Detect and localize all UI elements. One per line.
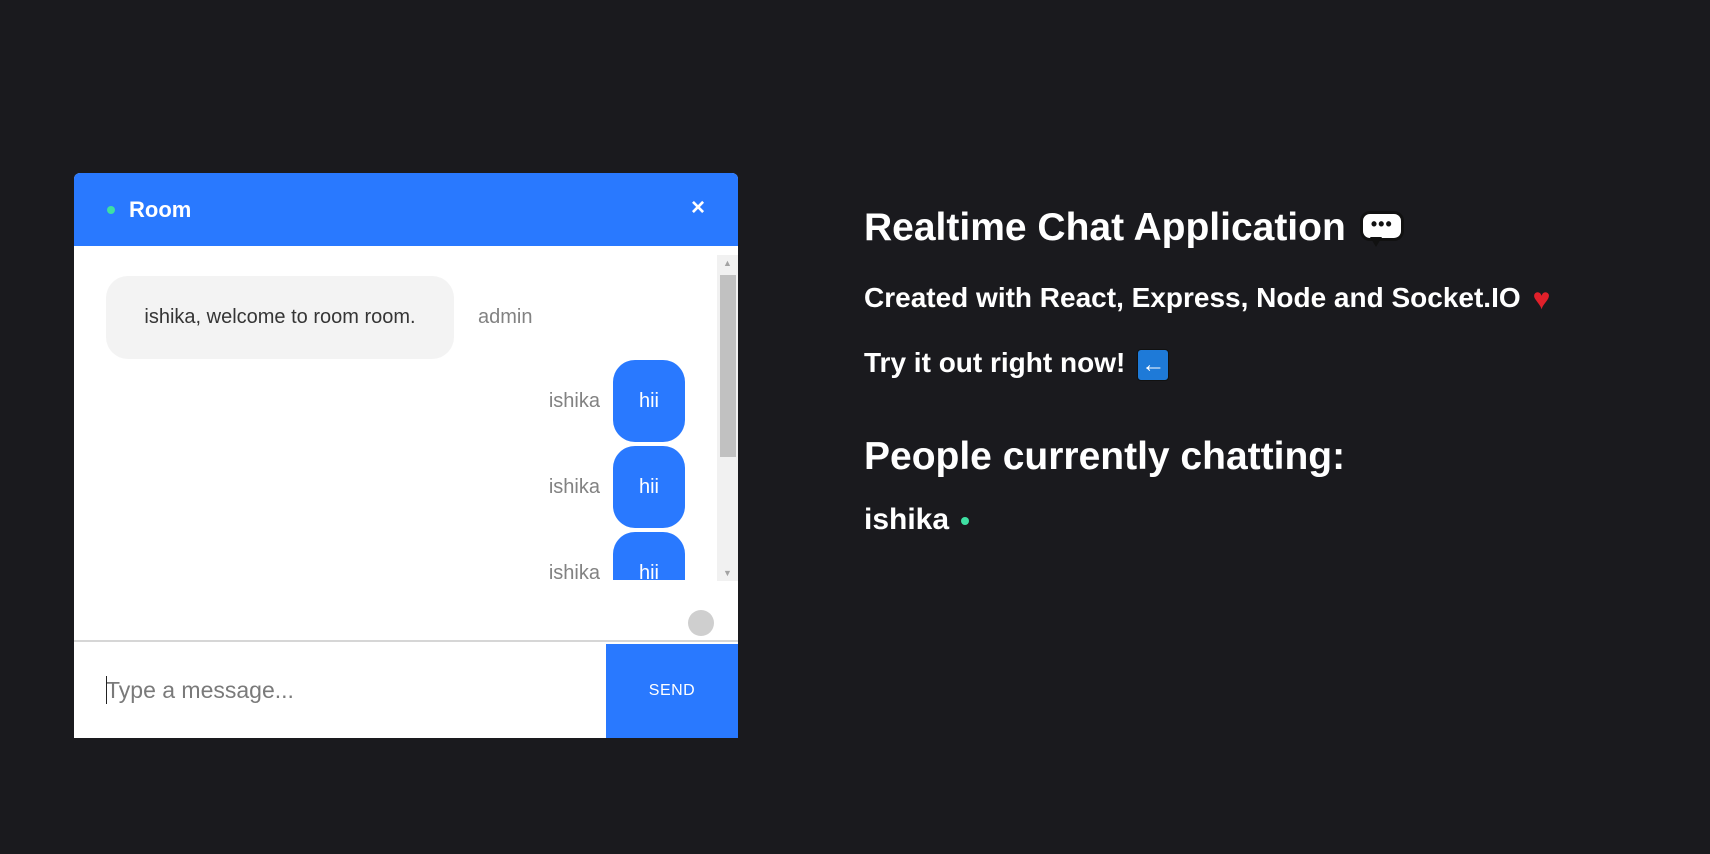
message-bubble: ishika, welcome to room room. <box>106 276 454 359</box>
message-sender: ishika <box>548 562 600 580</box>
message-input[interactable] <box>106 672 586 708</box>
subtitle-text: Created with React, Express, Node and So… <box>864 282 1521 313</box>
online-status-icon <box>107 206 115 214</box>
message-sender: admin <box>478 306 533 328</box>
text-caret <box>106 676 107 704</box>
scroll-up-icon[interactable]: ▲ <box>717 255 738 271</box>
message-sender: ishika <box>548 390 600 412</box>
message-viewport: ishika, welcome to room room. admin ishi… <box>74 246 717 580</box>
close-button[interactable]: × <box>686 192 710 224</box>
scroll-down-icon[interactable]: ▼ <box>717 565 738 581</box>
online-user: ishika <box>864 500 969 540</box>
subtitle: Created with React, Express, Node and So… <box>864 278 1550 318</box>
try-it-text: Try it out right now! ← <box>864 343 1170 383</box>
online-user-name: ishika <box>864 503 950 536</box>
message-scrollbar[interactable]: ▲ ▼ <box>717 255 738 581</box>
people-heading: People currently chatting: <box>864 435 1346 478</box>
message-own: ishika hii <box>74 360 717 442</box>
message-sender: ishika <box>548 476 600 498</box>
message-bubble: hii <box>613 360 685 442</box>
chat-window: Room × ishika, welcome to room room. adm… <box>74 173 738 738</box>
send-button[interactable]: SEND <box>606 644 738 738</box>
try-text: Try it out right now! <box>864 347 1126 378</box>
scroll-to-bottom-button[interactable] <box>688 610 714 636</box>
speech-balloon-icon: ••• <box>1359 210 1404 249</box>
scroll-thumb[interactable] <box>720 275 736 457</box>
message-bubble: hii <box>613 532 685 580</box>
left-arrow-icon: ← <box>1137 348 1170 381</box>
room-name: Room <box>129 197 192 222</box>
page-title: Realtime Chat Application ••• <box>864 200 1404 256</box>
message-composer: SEND <box>74 640 738 738</box>
message-bubble: hii <box>613 446 685 528</box>
title-text: Realtime Chat Application <box>864 206 1346 249</box>
message-own: ishika hii <box>74 532 717 580</box>
online-status-icon <box>961 517 969 525</box>
chat-header: Room × <box>74 173 738 246</box>
heart-icon: ♥ <box>1532 282 1551 316</box>
message-list[interactable]: ishika, welcome to room room. admin ishi… <box>74 246 738 640</box>
message-own: ishika hii <box>74 446 717 528</box>
